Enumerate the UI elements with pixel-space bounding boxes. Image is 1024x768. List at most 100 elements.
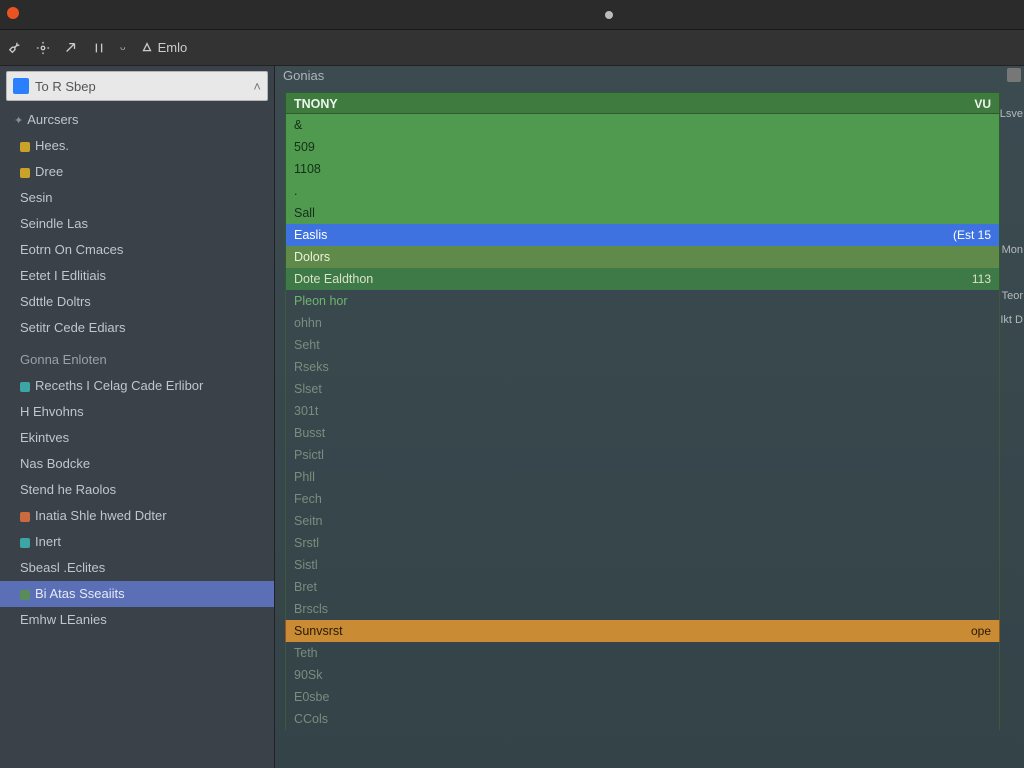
sidebar-item[interactable]: Dree (0, 159, 274, 185)
chevron-up-icon[interactable]: ˄ (253, 79, 261, 94)
grid-row-selected[interactable]: Easlis (Est 15 (285, 224, 1000, 246)
rail-label-3[interactable]: Teor (1002, 290, 1023, 302)
sidebar-item[interactable]: Bi Atas Sseaiits (0, 581, 274, 607)
sidebar-item-label: Inert (35, 534, 61, 549)
sidebar-item-label: Dree (35, 164, 63, 179)
grid-separator[interactable]: Sunvsrstope (285, 620, 1000, 642)
grid-view: TNONYVU&5091108.SallEaslis (Est 15DolorsD… (285, 92, 1000, 730)
sidebar-item[interactable]: Inatia Shle hwed Ddter (0, 503, 274, 529)
sidebar-item-label: Aurcsers (27, 112, 78, 127)
sidebar-item-label: Sesin (20, 190, 53, 205)
cell-left: Busst (294, 422, 325, 444)
arrow-up-icon[interactable] (64, 41, 78, 55)
cell-left: CCols (294, 708, 328, 730)
grid-row[interactable]: Sistl (285, 554, 1000, 576)
cell-right: (Est 15 (953, 224, 991, 246)
cell-left: E0sbe (294, 686, 329, 708)
sidebar-item[interactable]: Sbeasl .Eclites (0, 555, 274, 581)
cell-left: Phll (294, 466, 315, 488)
wrench-icon[interactable] (8, 41, 22, 55)
grid-row[interactable]: Seht (285, 334, 1000, 356)
folder-icon (20, 590, 30, 600)
pause-icon[interactable] (92, 41, 106, 55)
grid-row[interactable]: Pleon hor (285, 290, 1000, 312)
grid-row[interactable]: CCols (285, 708, 1000, 730)
sidebar-item[interactable]: Gonna Enloten (0, 347, 274, 373)
search-box[interactable]: To R Sbep ˄ (6, 71, 268, 101)
sidebar-item[interactable]: Setitr Cede Ediars (0, 315, 274, 341)
grid-row[interactable]: E0sbe (285, 686, 1000, 708)
grid-row[interactable]: Fech (285, 488, 1000, 510)
rail-icon[interactable] (1007, 68, 1021, 82)
folder-icon (20, 142, 30, 152)
sidebar-item-label: Seindle Las (20, 216, 88, 231)
sidebar-item-label: Eetet I Edlitiais (20, 268, 106, 283)
cell-left: Rseks (294, 356, 329, 378)
cell-left: Dote Ealdthon (294, 268, 373, 290)
tab-label[interactable]: Gonias (283, 68, 324, 83)
sidebar-item[interactable]: H Ehvohns (0, 399, 274, 425)
sidebar-item-label: H Ehvohns (20, 404, 84, 419)
right-rail: Lsve Mon Teor Ikt D (1000, 84, 1024, 768)
grid-row[interactable]: ohhn (285, 312, 1000, 334)
sidebar-item-label: Hees. (35, 138, 69, 153)
grid-row[interactable]: Rseks (285, 356, 1000, 378)
tree-view: ✦Aurcsers Hees. Dree Sesin Seindle Las Eotrn … (0, 101, 274, 673)
title-bar[interactable] (0, 0, 1024, 30)
grid-row[interactable]: Sall (285, 202, 1000, 224)
window-close-icon[interactable] (7, 7, 19, 19)
grid-row[interactable]: 90Sk (285, 664, 1000, 686)
grid-subheader[interactable]: Dote Ealdthon113 (285, 268, 1000, 290)
sidebar-item[interactable]: Sesin (0, 185, 274, 211)
sidebar-item[interactable]: Nas Bodcke (0, 451, 274, 477)
grid-header[interactable]: TNONYVU (285, 92, 1000, 114)
rail-label-4[interactable]: Ikt D (1000, 314, 1023, 326)
grid-row[interactable]: . (285, 180, 1000, 202)
folder-icon (20, 512, 30, 522)
toolbar-menu[interactable]: Emlo (140, 40, 188, 55)
folder-icon (20, 538, 30, 548)
grid-row[interactable]: Brscls (285, 598, 1000, 620)
grid-row[interactable]: Busst (285, 422, 1000, 444)
sidebar-item[interactable]: Hees. (0, 133, 274, 159)
sidebar-item[interactable]: Eetet I Edlitiais (0, 263, 274, 289)
grid-row[interactable]: 301t (285, 400, 1000, 422)
grid-row[interactable]: Phll (285, 466, 1000, 488)
cell-left: 1108 (294, 158, 321, 180)
sidebar-item-label: Stend he Raolos (20, 482, 116, 497)
sidebar-item-label: Nas Bodcke (20, 456, 90, 471)
sidebar-item[interactable]: ✦Aurcsers (0, 107, 274, 133)
sidebar-item[interactable]: Emhw LEanies (0, 607, 274, 633)
grid-row[interactable]: & (285, 114, 1000, 136)
folder-icon (20, 168, 30, 178)
sidebar: To R Sbep ˄ ✦Aurcsers Hees. Dree Sesin Seind… (0, 66, 275, 768)
sidebar-item[interactable]: Sdttle Doltrs (0, 289, 274, 315)
rail-label-2[interactable]: Mon (1002, 244, 1023, 256)
cell-left: Easlis (294, 224, 327, 246)
grid-row[interactable]: Seitn (285, 510, 1000, 532)
grid-row[interactable]: Teth (285, 642, 1000, 664)
window-indicator-dot (605, 11, 613, 19)
grid-row[interactable]: Bret (285, 576, 1000, 598)
grid-row[interactable]: Slset (285, 378, 1000, 400)
gear-icon[interactable] (36, 41, 50, 55)
grid-row[interactable]: Psictl (285, 444, 1000, 466)
rail-label-1[interactable]: Lsve (1000, 108, 1023, 120)
grid-row[interactable]: 509 (285, 136, 1000, 158)
grid-subheader[interactable]: Dolors (285, 246, 1000, 268)
folder-icon (20, 382, 30, 392)
sidebar-item[interactable]: Ekintves (0, 425, 274, 451)
sidebar-item[interactable]: Eotrn On Cmaces (0, 237, 274, 263)
toolbar-menu-label: Emlo (158, 40, 188, 55)
tool-tiny-icon[interactable]: ᴗ (120, 42, 126, 53)
grid-row[interactable]: Srstl (285, 532, 1000, 554)
cell-left: Teth (294, 642, 318, 664)
cell-left: ohhn (294, 312, 322, 334)
cell-left: Sistl (294, 554, 318, 576)
cell-right: VU (974, 93, 991, 113)
sidebar-item[interactable]: Receths I Celag Cade Erlibor (0, 373, 274, 399)
sidebar-item[interactable]: Stend he Raolos (0, 477, 274, 503)
sidebar-item[interactable]: Seindle Las (0, 211, 274, 237)
grid-row[interactable]: 1108 (285, 158, 1000, 180)
sidebar-item[interactable]: Inert (0, 529, 274, 555)
